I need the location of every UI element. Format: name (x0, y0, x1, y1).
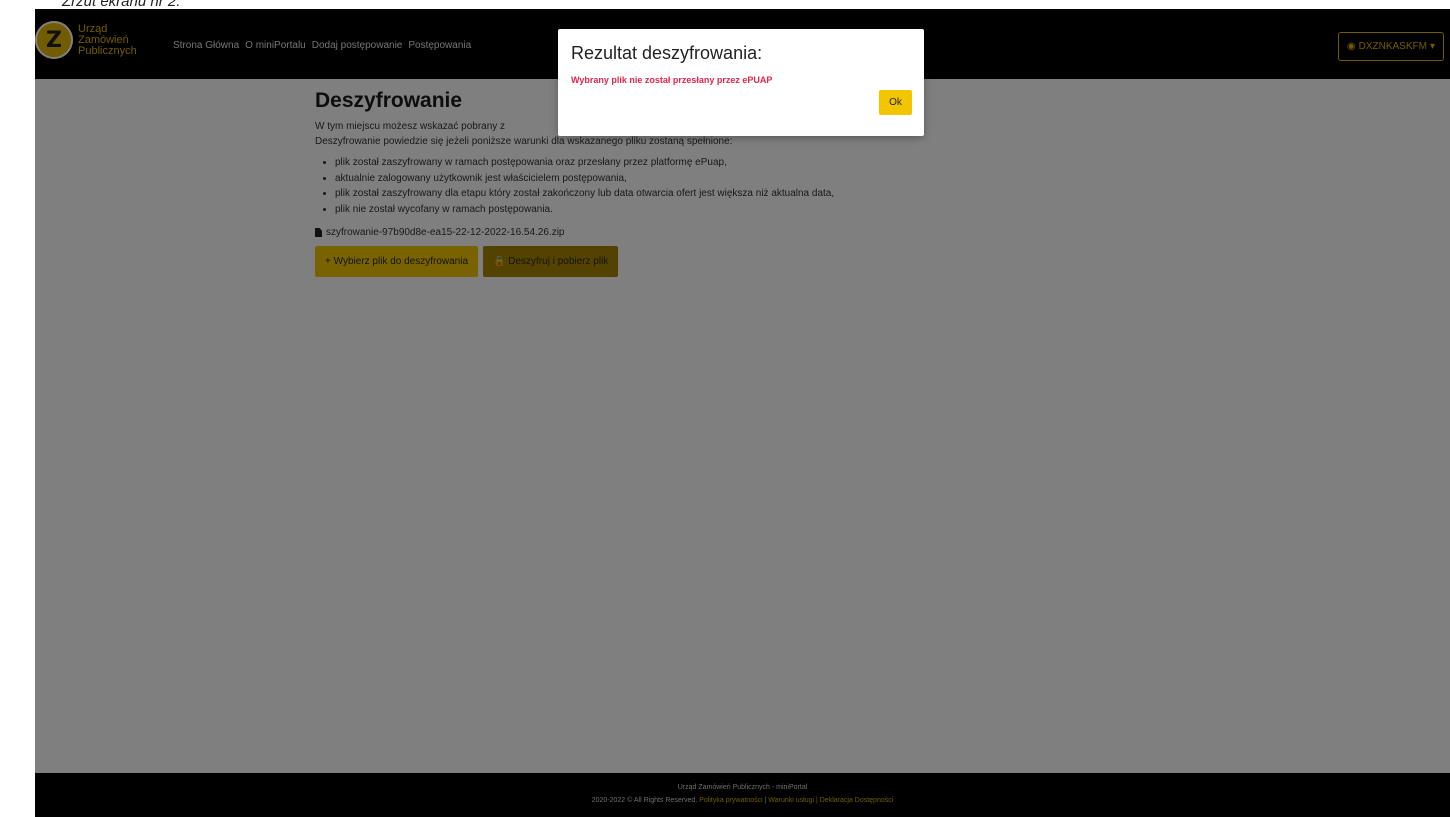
ok-button[interactable]: Ok (879, 90, 912, 115)
browser-viewport: Z Urząd Zamówień Publicznych Strona Głów… (35, 9, 1450, 817)
dialog-error-message: Wybrany plik nie został przesłany przez … (571, 75, 773, 85)
result-dialog: Rezultat deszyfrowania: Wybrany plik nie… (558, 29, 924, 136)
dialog-title: Rezultat deszyfrowania: (571, 43, 763, 63)
